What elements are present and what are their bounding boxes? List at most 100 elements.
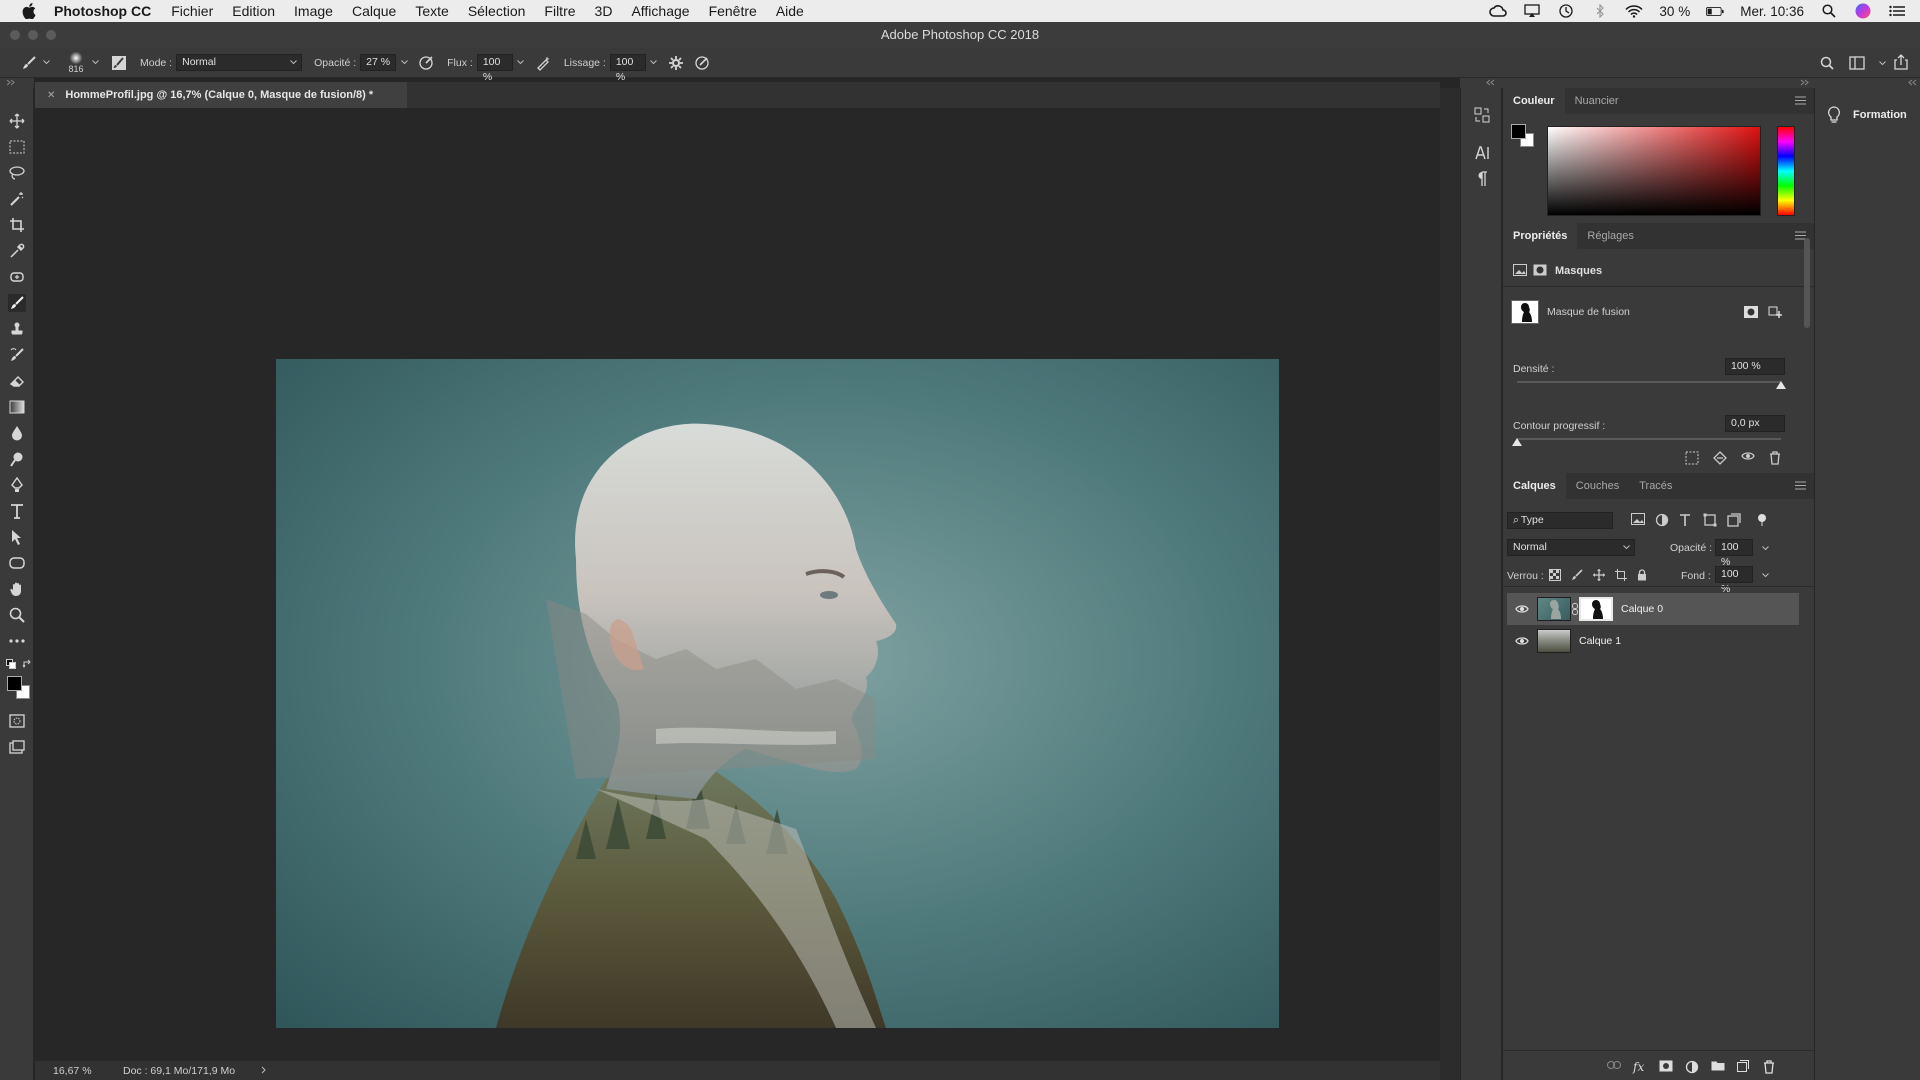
- share-icon[interactable]: [1892, 53, 1910, 71]
- eye-icon[interactable]: [1513, 600, 1531, 618]
- apple-icon[interactable]: [20, 2, 38, 20]
- menubar-clock[interactable]: Mer. 10:36: [1740, 4, 1804, 19]
- more-tools-icon[interactable]: [8, 632, 26, 650]
- screen-mode-icon[interactable]: [8, 738, 26, 756]
- density-slider-thumb[interactable]: [1776, 380, 1786, 389]
- workspace-icon[interactable]: [1848, 54, 1866, 72]
- eye-icon[interactable]: [1513, 632, 1531, 650]
- history-brush-tool-icon[interactable]: [8, 346, 26, 364]
- gear-icon[interactable]: [667, 54, 685, 72]
- layer-name[interactable]: Calque 1: [1579, 635, 1621, 647]
- panel-menu-icon[interactable]: [1795, 481, 1806, 490]
- minimize-window-button[interactable]: [28, 30, 38, 40]
- menu-selection[interactable]: Sélection: [468, 3, 526, 19]
- document-canvas-image[interactable]: [276, 359, 1279, 1028]
- paragraph-panel-icon[interactable]: [1473, 170, 1491, 188]
- zoom-level[interactable]: 16,67 %: [53, 1065, 123, 1077]
- battery-icon[interactable]: [1706, 4, 1724, 18]
- trash-icon[interactable]: [1763, 1060, 1777, 1074]
- document-tab[interactable]: ✕ HommeProfil.jpg @ 16,7% (Calque 0, Mas…: [35, 82, 407, 108]
- menu-image[interactable]: Image: [294, 3, 333, 19]
- toolbar-collapse-strip[interactable]: [0, 78, 34, 88]
- default-colors-icon[interactable]: [6, 659, 16, 669]
- chevron-down-icon[interactable]: [399, 58, 409, 68]
- search-icon[interactable]: [1818, 54, 1836, 72]
- learn-panel-button[interactable]: Formation: [1827, 106, 1907, 124]
- lock-all-icon[interactable]: [1637, 569, 1650, 582]
- pen-tool-icon[interactable]: [8, 476, 26, 494]
- layer-row-calque-0[interactable]: Calque 0: [1507, 593, 1799, 625]
- link-layers-icon[interactable]: [1607, 1060, 1621, 1072]
- tab-reglages[interactable]: Réglages: [1577, 223, 1643, 249]
- opacity-input[interactable]: 27 %: [360, 54, 397, 71]
- lock-pixels-icon[interactable]: [1571, 569, 1584, 582]
- layer-filter-select[interactable]: ⌕ Type: [1507, 512, 1613, 529]
- fx-icon[interactable]: fx: [1633, 1060, 1647, 1074]
- pressure-size-icon[interactable]: [693, 54, 711, 72]
- tab-proprietes[interactable]: Propriétés: [1503, 223, 1578, 249]
- layer-row-calque-1[interactable]: Calque 1: [1507, 625, 1799, 657]
- chevron-down-icon[interactable]: [1760, 570, 1770, 580]
- brush-preview[interactable]: 816: [65, 51, 87, 74]
- hand-tool-icon[interactable]: [8, 580, 26, 598]
- pixel-mask-icon[interactable]: [1513, 264, 1527, 278]
- adjustment-filter-icon[interactable]: [1655, 513, 1669, 527]
- panel-foreground-swatch[interactable]: [1511, 124, 1526, 139]
- eye-icon[interactable]: [1741, 451, 1755, 465]
- close-icon[interactable]: ✕: [47, 90, 55, 101]
- eyedropper-tool-icon[interactable]: [8, 242, 26, 260]
- blend-mode-select[interactable]: Normal: [1507, 539, 1635, 556]
- quick-mask-icon[interactable]: [8, 712, 26, 730]
- tab-traces[interactable]: Tracés: [1629, 473, 1682, 499]
- brush-tool-preset-icon[interactable]: [20, 54, 38, 72]
- chevron-down-icon[interactable]: [1760, 543, 1770, 553]
- feather-slider-track[interactable]: [1517, 438, 1781, 440]
- zoom-window-button[interactable]: [46, 30, 56, 40]
- feather-slider-thumb[interactable]: [1512, 437, 1522, 446]
- chevron-down-icon[interactable]: [649, 58, 659, 68]
- menu-fichier[interactable]: Fichier: [171, 3, 213, 19]
- dodge-tool-icon[interactable]: [8, 450, 26, 468]
- feather-input[interactable]: 0,0 px: [1725, 415, 1785, 432]
- smoothing-input[interactable]: 100 %: [609, 54, 646, 83]
- foreground-color-swatch[interactable]: [7, 676, 22, 691]
- airbrush-icon[interactable]: [534, 54, 552, 72]
- path-selection-tool-icon[interactable]: [8, 528, 26, 546]
- marquee-tool-icon[interactable]: [8, 138, 26, 156]
- menu-3d[interactable]: 3D: [595, 3, 613, 19]
- document-size-info[interactable]: Doc : 69,1 Mo/171,9 Mo: [123, 1065, 235, 1077]
- chevron-down-icon[interactable]: [90, 58, 100, 68]
- layer-mask-thumbnail[interactable]: [1579, 597, 1613, 621]
- lock-artboard-icon[interactable]: [1615, 569, 1628, 582]
- link-icon[interactable]: [1571, 602, 1579, 616]
- hue-slider[interactable]: [1777, 126, 1795, 216]
- chevron-down-icon[interactable]: [516, 58, 526, 68]
- close-window-button[interactable]: [10, 30, 20, 40]
- gradient-tool-icon[interactable]: [8, 398, 26, 416]
- mode-select[interactable]: Normal: [176, 54, 303, 71]
- type-tool-icon[interactable]: [8, 502, 26, 520]
- tab-couches[interactable]: Couches: [1566, 473, 1629, 499]
- menu-aide[interactable]: Aide: [776, 3, 804, 19]
- spot-healing-tool-icon[interactable]: [8, 268, 26, 286]
- vector-mask-icon[interactable]: [1533, 264, 1547, 278]
- density-slider-track[interactable]: [1517, 381, 1781, 383]
- app-menu[interactable]: Photoshop CC: [54, 3, 151, 19]
- menu-calque[interactable]: Calque: [352, 3, 396, 19]
- spotlight-search-icon[interactable]: [1820, 4, 1838, 18]
- blur-tool-icon[interactable]: [8, 424, 26, 442]
- new-layer-icon[interactable]: [1737, 1060, 1751, 1072]
- menu-edition[interactable]: Edition: [232, 3, 275, 19]
- history-panel-icon[interactable]: [1473, 106, 1491, 124]
- shape-filter-icon[interactable]: [1703, 513, 1717, 527]
- canvas-vertical-scrollbar[interactable]: [1440, 88, 1460, 1080]
- brush-settings-panel-icon[interactable]: [110, 54, 128, 72]
- tab-nuancier[interactable]: Nuancier: [1565, 88, 1629, 114]
- image-filter-icon[interactable]: [1631, 513, 1645, 527]
- menu-affichage[interactable]: Affichage: [631, 3, 689, 19]
- mask-thumbnail[interactable]: [1511, 300, 1539, 324]
- layer-name[interactable]: Calque 0: [1621, 603, 1663, 615]
- add-mask-icon[interactable]: [1659, 1060, 1673, 1072]
- eraser-tool-icon[interactable]: [8, 372, 26, 390]
- notification-center-icon[interactable]: [1888, 4, 1906, 18]
